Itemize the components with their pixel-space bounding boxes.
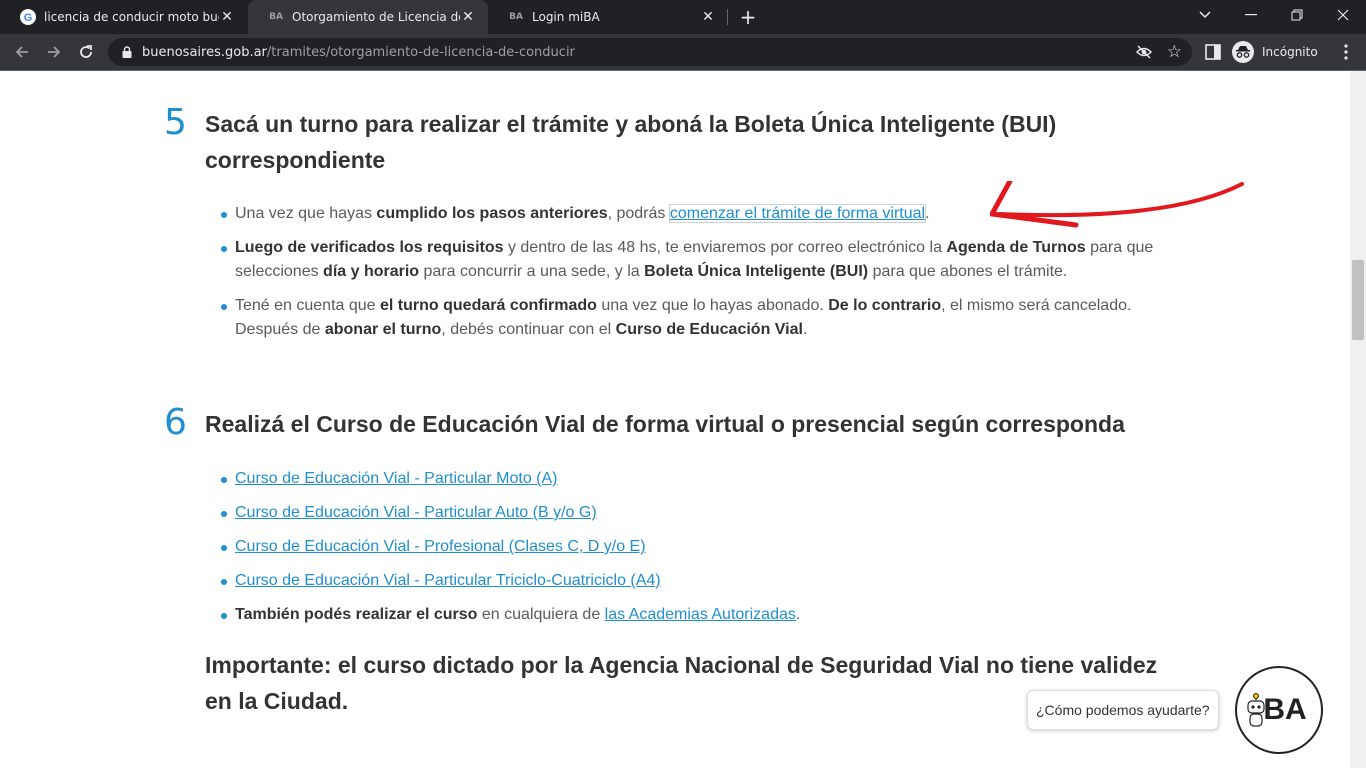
bookmark-star-icon[interactable]: ☆ (1167, 42, 1182, 62)
tab-google-search[interactable]: G licencia de conducir moto buenos aires… (0, 0, 247, 34)
lock-icon[interactable] (120, 45, 134, 59)
list-item: Curso de Educación Vial - Particular Tri… (218, 569, 1178, 593)
google-icon: G (20, 9, 36, 25)
important-notice: Importante: el curso dictado por la Agen… (205, 652, 1158, 714)
list-item: También podés realizar el curso en cualq… (218, 603, 1178, 627)
tab-title: licencia de conducir moto buenos aires (44, 10, 219, 24)
list-item: Curso de Educación Vial - Particular Mot… (218, 467, 1178, 491)
list-item: Curso de Educación Vial - Particular Aut… (218, 501, 1178, 525)
step-title: Realizá el Curso de Educación Vial de fo… (205, 411, 1125, 437)
annotation-arrow-icon (990, 181, 1244, 228)
tab-login-miba[interactable]: BA Login miBA ✕ (488, 0, 728, 34)
page-scrollbar[interactable] (1350, 71, 1366, 768)
step-number: 6 (164, 402, 187, 443)
ba-logo: BA (1263, 693, 1307, 726)
list-item: Luego de verificados los requisitos y de… (218, 236, 1178, 284)
list-item: Curso de Educación Vial - Profesional (C… (218, 535, 1178, 559)
browser-toolbar: buenosaires.gob.ar/tramites/otorgamiento… (0, 34, 1366, 71)
curso-profesional-link[interactable]: Curso de Educación Vial - Profesional (C… (235, 538, 646, 555)
reload-button[interactable] (72, 38, 100, 66)
side-panel-icon[interactable] (1205, 44, 1221, 60)
eye-slash-icon[interactable] (1136, 44, 1152, 60)
back-arrow-icon (15, 46, 28, 58)
profile-label: Incógnito (1262, 45, 1318, 59)
browser-tab-strip: G licencia de conducir moto buenos aires… (0, 0, 1366, 34)
step-title: Sacá un turno para realizar el trámite y… (205, 111, 1057, 173)
restore-button[interactable] (1274, 0, 1320, 30)
reload-icon (80, 45, 92, 58)
academias-autorizadas-link[interactable]: las Academias Autorizadas (605, 606, 796, 623)
svg-text:G: G (24, 12, 33, 24)
curso-triciclo-link[interactable]: Curso de Educación Vial - Particular Tri… (235, 572, 661, 589)
incognito-profile-button[interactable]: Incógnito (1232, 38, 1318, 66)
robot-icon (1245, 692, 1267, 732)
close-tab-icon[interactable]: ✕ (219, 9, 235, 25)
back-button[interactable] (8, 38, 36, 66)
close-tab-icon[interactable]: ✕ (460, 9, 476, 25)
step-number: 5 (164, 102, 187, 143)
tab-otorgamiento[interactable]: BA Otorgamiento de Licencia de Conducir … (248, 0, 488, 34)
minimize-button[interactable] (1228, 0, 1274, 30)
page-content: 5 Sacá un turno para realizar el trámite… (0, 71, 1350, 768)
step-6-list: Curso de Educación Vial - Particular Mot… (218, 467, 1178, 637)
tab-title: Login miBA (532, 10, 600, 24)
curso-moto-link[interactable]: Curso de Educación Vial - Particular Mot… (235, 470, 558, 487)
comenzar-tramite-link[interactable]: comenzar el trámite de forma virtual (670, 205, 925, 222)
chatbot-button[interactable]: BA (1235, 666, 1323, 754)
url-text: buenosaires.gob.ar/tramites/otorgamiento… (142, 44, 575, 60)
close-tab-icon[interactable]: ✕ (700, 9, 716, 25)
ba-icon: BA (509, 12, 523, 22)
address-bar[interactable]: buenosaires.gob.ar/tramites/otorgamiento… (108, 38, 1192, 66)
new-tab-button[interactable]: + (736, 5, 760, 29)
close-window-button[interactable] (1320, 0, 1366, 30)
incognito-icon (1232, 41, 1254, 63)
chat-prompt-text: ¿Cómo podemos ayudarte? (1036, 702, 1210, 718)
more-menu-icon[interactable] (1336, 42, 1356, 62)
forward-button[interactable] (40, 38, 68, 66)
list-item: Tené en cuenta que el turno quedará conf… (218, 294, 1178, 342)
chat-prompt-bubble[interactable]: ¿Cómo podemos ayudarte? (1027, 690, 1219, 730)
tab-separator (727, 9, 728, 25)
tab-search-icon[interactable] (1182, 0, 1228, 30)
forward-arrow-icon (48, 46, 61, 58)
scrollbar-thumb[interactable] (1352, 260, 1364, 340)
ba-icon: BA (269, 12, 283, 22)
tab-title: Otorgamiento de Licencia de Conducir (292, 10, 460, 24)
curso-auto-link[interactable]: Curso de Educación Vial - Particular Aut… (235, 504, 597, 521)
